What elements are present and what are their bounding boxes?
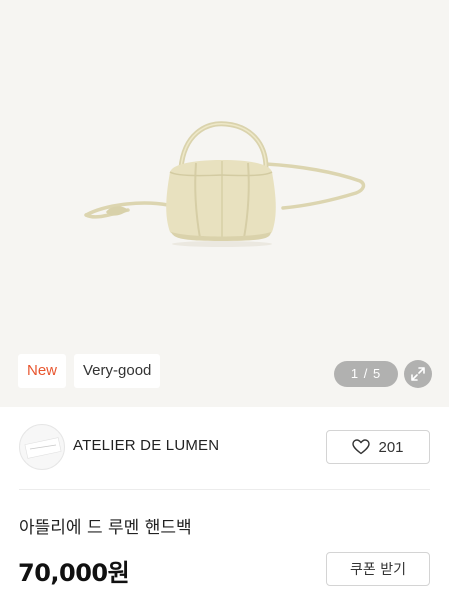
like-count: 201: [378, 438, 404, 456]
seller-avatar[interactable]: [19, 424, 65, 470]
pager-current: 1: [350, 366, 360, 381]
pager-separator: /: [363, 366, 369, 381]
product-title: 아뜰리에 드 루멘 핸드백: [19, 518, 192, 538]
expand-icon: [411, 367, 425, 381]
image-pager: 1 / 5: [334, 361, 398, 387]
like-button[interactable]: 201: [326, 430, 430, 464]
condition-badge: Very-good: [74, 354, 161, 388]
divider: [19, 489, 430, 490]
seller-logo-icon: [24, 437, 62, 459]
seller-name[interactable]: ATELIER DE LUMEN: [73, 437, 219, 454]
product-price: 70,000원: [18, 559, 130, 587]
new-badge: New: [18, 354, 67, 388]
product-image-gallery[interactable]: New Very-good 1 / 5: [0, 0, 449, 407]
product-image[interactable]: [0, 0, 449, 407]
seller-section: ATELIER DE LUMEN 201: [0, 407, 449, 489]
fullscreen-button[interactable]: [404, 360, 432, 388]
heart-outline-icon: [352, 439, 371, 455]
coupon-button[interactable]: 쿠폰 받기: [326, 552, 430, 586]
pager-total: 5: [372, 366, 382, 381]
